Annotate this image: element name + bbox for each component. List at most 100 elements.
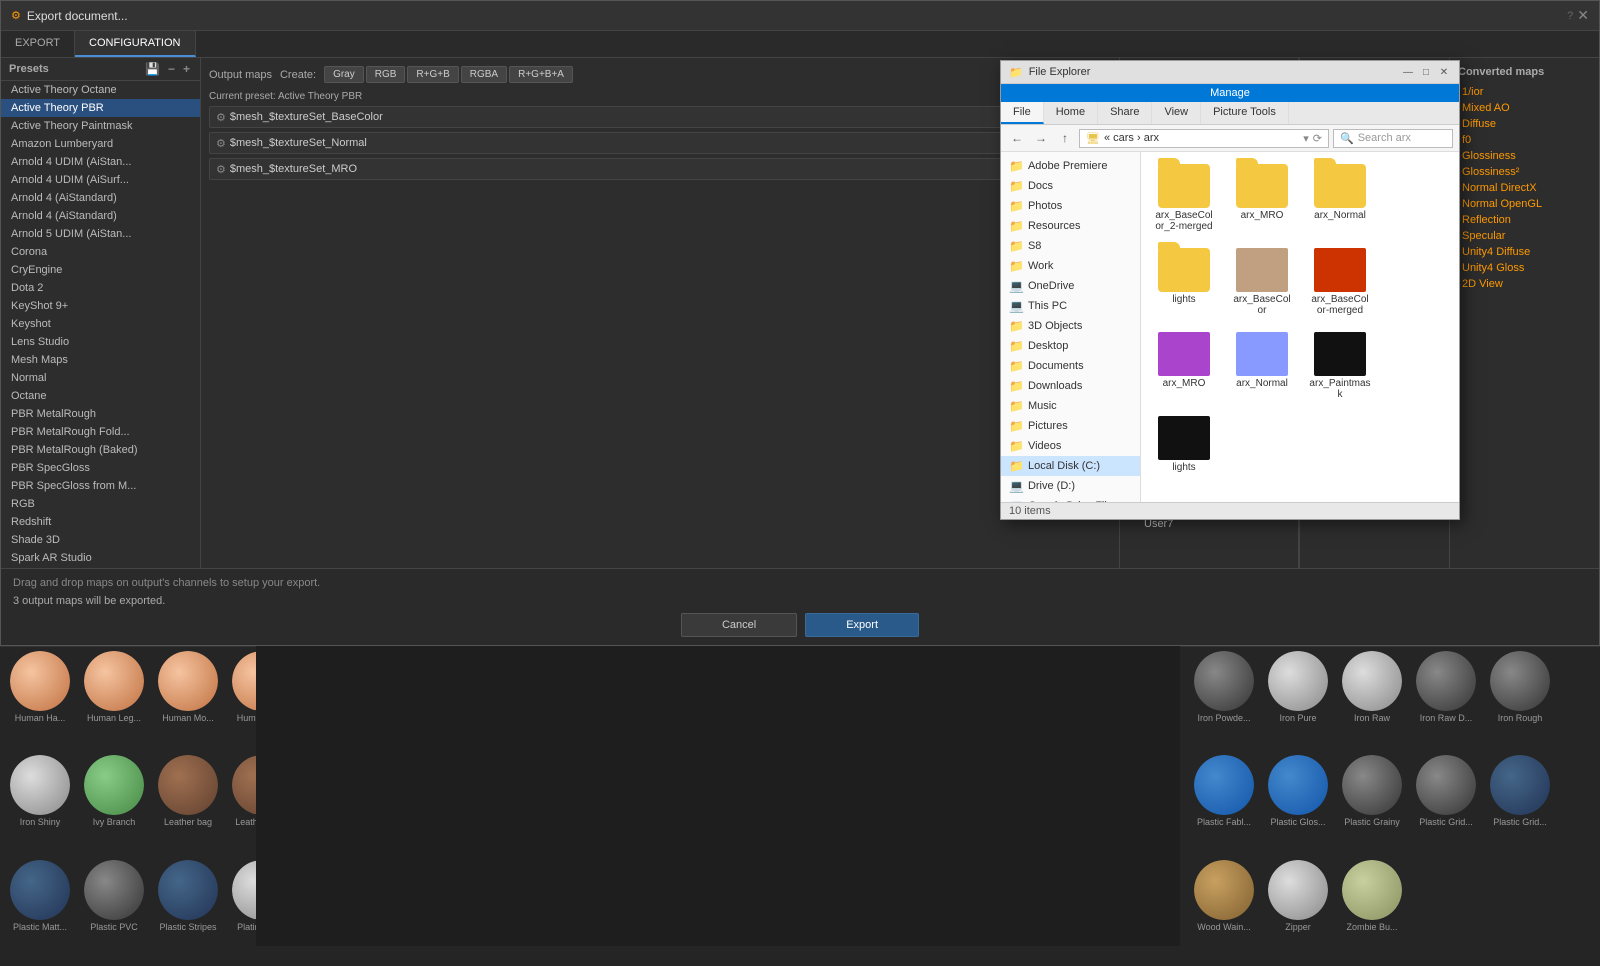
fe-tree-item-pictures[interactable]: 📁Pictures [1001, 416, 1140, 436]
tree-folder-icon: 📁 [1009, 199, 1024, 213]
material-item[interactable]: Platinum P... [226, 860, 256, 946]
fe-tree-item-onedrive[interactable]: 💻OneDrive [1001, 276, 1140, 296]
output-maps-header: Output maps Create: GrayRGBR+G+BRGBAR+G+… [209, 80, 256, 83]
file-item[interactable]: lights [1149, 244, 1219, 320]
preset-item[interactable]: Lens Studio [36, 333, 200, 351]
tree-item-label: S8 [1028, 240, 1041, 252]
file-item[interactable]: arx_BaseColor-merged [1305, 244, 1375, 320]
fe-tree-item-this-pc[interactable]: 💻This PC [1001, 296, 1140, 316]
fe-tree-item-adobe-premiere[interactable]: 📁Adobe Premiere [1001, 156, 1140, 176]
fe-tree-item-downloads[interactable]: 📁Downloads [1001, 376, 1140, 396]
file-item[interactable]: arx_BaseColor_2-merged [1149, 160, 1219, 236]
preset-item[interactable]: Shade 3D [36, 531, 200, 549]
fe-forward-button[interactable]: → [1031, 128, 1051, 148]
fe-tree-item-work[interactable]: 📁Work [1001, 256, 1140, 276]
material-item[interactable]: Plastic Stripes [152, 860, 224, 946]
fe-tab-home[interactable]: Home [1044, 102, 1098, 124]
preset-item[interactable]: Octane [36, 387, 200, 405]
preset-item[interactable]: Active Theory Paintmask [36, 117, 200, 135]
preset-item[interactable]: PBR SpecGloss [36, 459, 200, 477]
preset-item[interactable]: Corona [36, 243, 200, 261]
fe-search-box[interactable]: 🔍 Search arx [1333, 129, 1453, 148]
fe-tab-file[interactable]: File [1001, 102, 1044, 124]
preset-item[interactable]: Active Theory PBR [36, 99, 200, 117]
fe-tree-item-desktop[interactable]: 📁Desktop [1001, 336, 1140, 356]
file-item[interactable]: lights [1149, 412, 1219, 477]
fe-up-button[interactable]: ↑ [1055, 128, 1075, 148]
file-item[interactable]: arx_BaseColor [1227, 244, 1297, 320]
file-label: arx_BaseColor-merged [1309, 294, 1371, 316]
preset-item[interactable]: Arnold 4 UDIM (AiSurf... [36, 171, 200, 189]
fe-tab-view[interactable]: View [1152, 102, 1201, 124]
preset-item[interactable]: Dota 2 [36, 279, 200, 297]
fe-minimize-button[interactable]: — [1401, 65, 1415, 79]
manage-bar[interactable]: Manage [1001, 84, 1459, 102]
tree-item-label: OneDrive [1028, 280, 1074, 292]
fe-tree-item-s8[interactable]: 📁S8 [1001, 236, 1140, 256]
preset-item[interactable]: Arnold 4 (AiStandard) [36, 189, 200, 207]
tree-folder-icon: 📁 [1009, 399, 1024, 413]
material-thumbnail [158, 860, 218, 920]
fe-tab-picture[interactable]: Picture Tools [1201, 102, 1289, 124]
address-dropdown-icon[interactable]: ▾ [1303, 132, 1309, 145]
preset-item[interactable]: Arnold 5 UDIM (AiStan... [36, 225, 200, 243]
fe-close-button[interactable]: ✕ [1437, 65, 1451, 79]
fe-tree-item-photos[interactable]: 📁Photos [1001, 196, 1140, 216]
preset-item[interactable]: Mesh Maps [36, 351, 200, 369]
file-item[interactable]: arx_Normal [1227, 328, 1297, 404]
preset-item[interactable]: Amazon Lumberyard [36, 135, 200, 153]
material-label: Human Leg... [87, 713, 141, 723]
fe-tree-item-music[interactable]: 📁Music [1001, 396, 1140, 416]
preset-item[interactable]: Spark AR Studio [36, 549, 200, 567]
map-name: $mesh_$textureSet_Normal [230, 137, 256, 149]
file-explorer-path: File Explorer [1029, 66, 1401, 78]
fe-tab-share[interactable]: Share [1098, 102, 1152, 124]
preset-item[interactable]: KeyShot 9+ [36, 297, 200, 315]
material-item[interactable]: Human Ha... [36, 651, 76, 753]
material-item[interactable]: Iron Shiny [36, 755, 76, 857]
preset-item[interactable]: Keyshot [36, 315, 200, 333]
fe-tree-item-documents[interactable]: 📁Documents [1001, 356, 1140, 376]
fe-tree-item-local-disk-c:[interactable]: 📁Local Disk (C:) [1001, 456, 1140, 476]
preset-item[interactable]: Arnold 4 (AiStandard) [36, 207, 200, 225]
preset-item[interactable]: PBR SpecGloss from M... [36, 477, 200, 495]
material-item[interactable]: Human Ne... [226, 651, 256, 753]
material-item[interactable]: Ivy Branch [78, 755, 150, 857]
fe-address-bar[interactable]: 🖥 « cars › arx ▾ ⟳ [1079, 129, 1329, 148]
preset-item[interactable]: Arnold 4 UDIM (AiStan... [36, 153, 200, 171]
preset-list: Active Theory OctaneActive Theory PBRAct… [36, 81, 200, 568]
material-item[interactable]: Leather bag [152, 755, 224, 857]
file-item[interactable]: arx_MRO [1149, 328, 1219, 404]
map-settings-icon[interactable]: ⚙ [216, 163, 226, 176]
output-maps-list: ⚙ $mesh_$textureSet_BaseColor RGB ✕ ⚙ $m… [209, 106, 256, 180]
preset-item[interactable]: PBR MetalRough (Baked) [36, 441, 200, 459]
preset-item[interactable]: Redshift [36, 513, 200, 531]
preset-item[interactable]: PBR MetalRough [36, 405, 200, 423]
material-item[interactable]: Plastic PVC [78, 860, 150, 946]
preset-item[interactable]: PBR MetalRough Fold... [36, 423, 200, 441]
fe-tree-item-resources[interactable]: 📁Resources [1001, 216, 1140, 236]
preset-item[interactable]: CryEngine [36, 261, 200, 279]
preset-item[interactable]: RGB [36, 495, 200, 513]
fe-tree-item-3d-objects[interactable]: 📁3D Objects [1001, 316, 1140, 336]
fe-maximize-button[interactable]: □ [1419, 65, 1433, 79]
material-item[interactable]: Human Mo... [152, 651, 224, 753]
fe-back-button[interactable]: ← [1007, 128, 1027, 148]
map-settings-icon[interactable]: ⚙ [216, 111, 226, 124]
fe-tree-item-docs[interactable]: 📁Docs [1001, 176, 1140, 196]
output-map-row: ⚙ $mesh_$textureSet_BaseColor RGB ✕ [209, 106, 256, 128]
folder-icon-arx_MRO [1236, 164, 1288, 208]
tree-item-label: Docs [1028, 180, 1053, 192]
material-item[interactable]: Leather Big... [226, 755, 256, 857]
material-item[interactable]: Human Leg... [78, 651, 150, 753]
fe-tree-item-drive-d:[interactable]: 💻Drive (D:) [1001, 476, 1140, 496]
preset-item[interactable]: Normal [36, 369, 200, 387]
map-settings-icon[interactable]: ⚙ [216, 137, 226, 150]
material-item[interactable]: Plastic Matt... [36, 860, 76, 946]
preset-item[interactable]: Active Theory Octane [36, 81, 200, 99]
file-item[interactable]: arx_MRO [1227, 160, 1297, 236]
file-item[interactable]: arx_Normal [1305, 160, 1375, 236]
fe-tree-item-videos[interactable]: 📁Videos [1001, 436, 1140, 456]
file-item[interactable]: arx_Paintmask [1305, 328, 1375, 404]
address-refresh-icon[interactable]: ⟳ [1313, 132, 1322, 145]
